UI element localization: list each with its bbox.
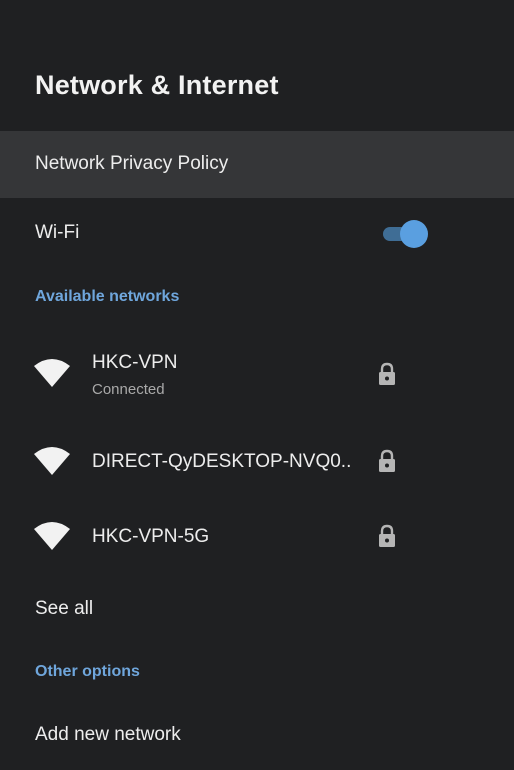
add-new-network-button[interactable]: Add new network (35, 724, 181, 746)
network-item-hkc-vpn[interactable]: HKC-VPN Connected (0, 340, 514, 410)
network-name: HKC-VPN-5G (92, 526, 210, 547)
lock-icon (379, 449, 395, 472)
wifi-toggle-row[interactable]: Wi-Fi (0, 200, 514, 266)
network-privacy-policy-item[interactable]: Network Privacy Policy (0, 131, 514, 198)
network-item-hkc-vpn-5g[interactable]: HKC-VPN-5G (0, 515, 514, 559)
network-privacy-policy-label: Network Privacy Policy (35, 153, 229, 174)
network-item-direct-qydesktop[interactable]: DIRECT-QyDESKTOP-NVQ0.. (0, 440, 514, 484)
network-status: Connected (92, 381, 165, 398)
page-title: Network & Internet (35, 70, 279, 100)
network-name: HKC-VPN (92, 352, 178, 373)
header: Network & Internet (0, 0, 514, 131)
lock-icon (379, 524, 395, 547)
wifi-label: Wi-Fi (35, 222, 80, 243)
wifi-icon (34, 359, 70, 387)
see-all-button[interactable]: See all (35, 598, 93, 620)
wifi-icon (34, 522, 70, 550)
available-networks-header: Available networks (35, 288, 180, 305)
network-settings-screen: Network & Internet Network Privacy Polic… (0, 0, 514, 770)
wifi-icon (34, 447, 70, 475)
other-options-header: Other options (35, 663, 140, 680)
wifi-toggle-switch[interactable] (381, 220, 429, 248)
toggle-thumb (400, 220, 428, 248)
lock-icon (379, 362, 395, 385)
network-name: DIRECT-QyDESKTOP-NVQ0.. (92, 451, 352, 472)
